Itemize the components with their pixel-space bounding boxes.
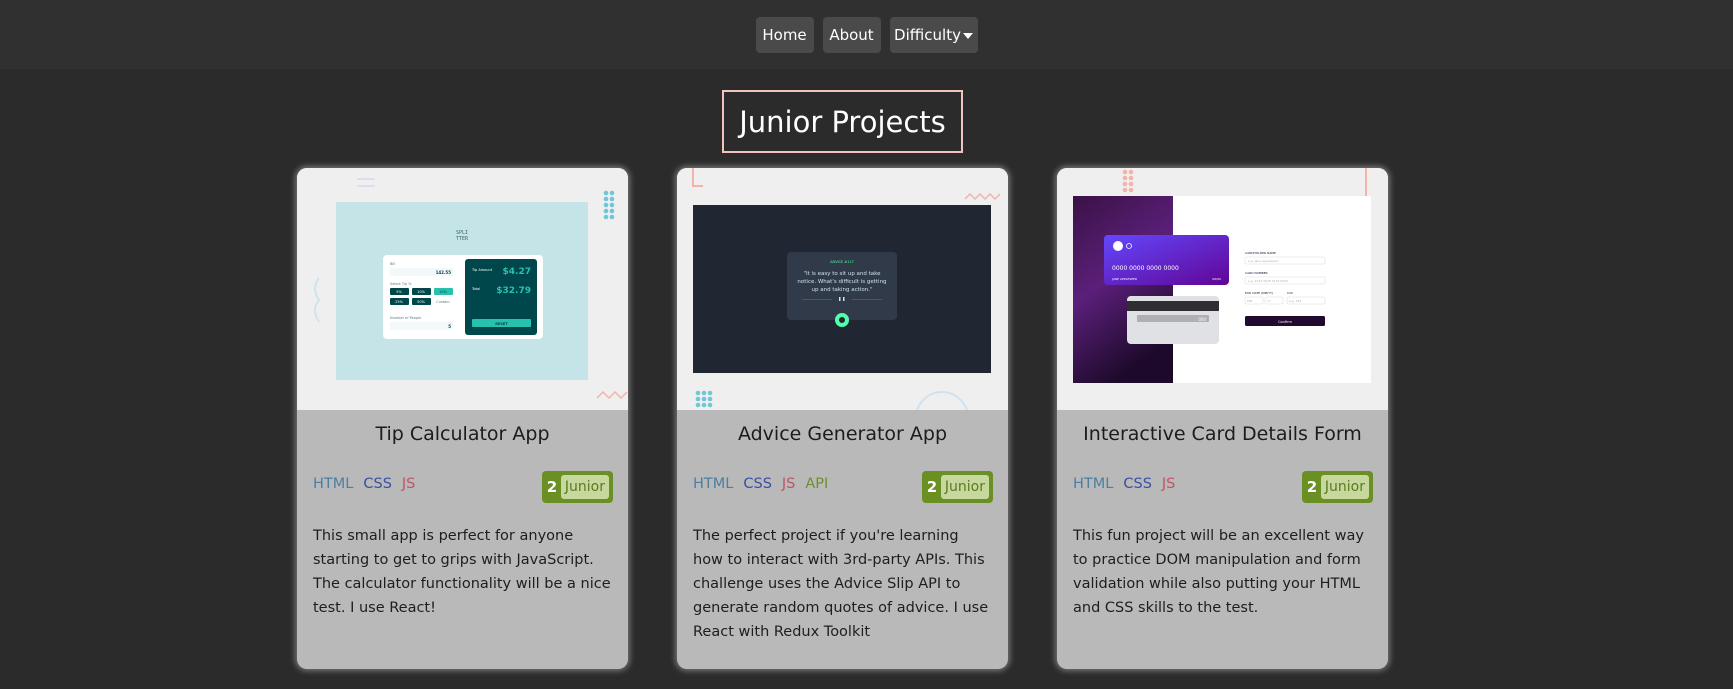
- svg-text:Tip Amount: Tip Amount: [471, 268, 493, 272]
- project-title[interactable]: Interactive Card Details Form: [1057, 420, 1388, 448]
- svg-text:142.55: 142.55: [436, 270, 452, 275]
- difficulty-level: 2: [546, 478, 558, 496]
- svg-text:25%: 25%: [395, 300, 403, 304]
- caret-down-icon: [962, 32, 973, 39]
- difficulty-badge: 2 Junior: [542, 471, 613, 503]
- project-description: This fun project will be an excellent wa…: [1073, 528, 1364, 616]
- project-thumbnail[interactable]: SPLI TTER Bill 142.55 Select Tip % 5% 10%…: [297, 168, 628, 410]
- tags-row: HTML CSS JS 2 Junior: [1057, 470, 1388, 510]
- svg-text:CARD NUMBER: CARD NUMBER: [1245, 271, 1268, 275]
- svg-text:CARDHOLDER NAME: CARDHOLDER NAME: [1245, 251, 1276, 255]
- tag-js: JS: [1161, 476, 1176, 492]
- svg-text:Custom: Custom: [436, 300, 450, 304]
- difficulty-label: Junior: [940, 475, 989, 499]
- svg-text:e.g. 123: e.g. 123: [1289, 299, 1301, 303]
- svg-text:Number of People: Number of People: [390, 316, 421, 320]
- difficulty-label: Junior: [1320, 475, 1369, 499]
- tag-html: HTML: [1073, 476, 1114, 492]
- svg-text:000: 000: [1198, 317, 1206, 322]
- tag-api: API: [805, 476, 829, 492]
- svg-text:00/00: 00/00: [1212, 277, 1221, 281]
- svg-text:Select Tip %: Select Tip %: [390, 282, 412, 286]
- difficulty-level: 2: [1306, 478, 1318, 496]
- svg-text:e.g. 1234 5678 9123 0000: e.g. 1234 5678 9123 0000: [1248, 279, 1288, 283]
- tag-js: JS: [781, 476, 796, 492]
- tag-js: JS: [401, 476, 416, 492]
- project-card[interactable]: 0000 0000 0000 0000 JANE APPLESEED 00/00…: [1057, 168, 1388, 669]
- difficulty-badge: 2 Junior: [922, 471, 993, 503]
- svg-text:$4.27: $4.27: [503, 267, 531, 277]
- svg-text:5%: 5%: [396, 290, 402, 294]
- svg-text:Total: Total: [471, 287, 480, 291]
- nav-home-button[interactable]: Home: [755, 16, 814, 53]
- svg-text:YY: YY: [1267, 299, 1271, 303]
- svg-text:$32.79: $32.79: [496, 286, 531, 296]
- svg-text:MM: MM: [1247, 299, 1253, 303]
- tags-row: HTML CSS JS 2 Junior: [297, 470, 628, 510]
- tag-html: HTML: [313, 476, 354, 492]
- tech-tags: HTML CSS JS API: [693, 476, 828, 492]
- tag-css: CSS: [743, 476, 772, 492]
- advice-generator-preview: ADVICE #117 "It is easy to sit up and ta…: [677, 168, 1008, 410]
- project-card[interactable]: ADVICE #117 "It is easy to sit up and ta…: [677, 168, 1008, 669]
- tip-calculator-preview: SPLI TTER Bill 142.55 Select Tip % 5% 10%…: [297, 168, 628, 410]
- svg-text:EXP. DATE (MM/YY): EXP. DATE (MM/YY): [1245, 291, 1273, 295]
- tag-css: CSS: [363, 476, 392, 492]
- top-navbar: Home About Difficulty: [0, 0, 1733, 69]
- difficulty-badge: 2 Junior: [1302, 471, 1373, 503]
- difficulty-label: Junior: [560, 475, 609, 499]
- page-title: Junior Projects: [739, 104, 946, 139]
- splitter-logo: SPLI TTER: [456, 230, 469, 242]
- svg-text:up and taking action.": up and taking action.": [812, 287, 873, 293]
- project-thumbnail[interactable]: 0000 0000 0000 0000 JANE APPLESEED 00/00…: [1057, 168, 1388, 410]
- tag-css: CSS: [1123, 476, 1152, 492]
- svg-text:JANE APPLESEED: JANE APPLESEED: [1111, 277, 1138, 281]
- project-description: The perfect project if you're learning h…: [693, 528, 989, 640]
- dot-grid-decoration: [695, 390, 713, 408]
- tags-row: HTML CSS JS API 2 Junior: [677, 470, 1008, 510]
- tech-tags: HTML CSS JS: [1073, 476, 1175, 492]
- svg-text:5: 5: [448, 324, 451, 329]
- svg-text:notice. What's difficult is ge: notice. What's difficult is getting: [797, 279, 886, 285]
- project-card[interactable]: SPLI TTER Bill 142.55 Select Tip % 5% 10%…: [297, 168, 628, 669]
- svg-text:e.g. Jane Appleseed: e.g. Jane Appleseed: [1248, 259, 1278, 263]
- project-title[interactable]: Tip Calculator App: [297, 420, 628, 448]
- svg-text:CVC: CVC: [1287, 291, 1293, 295]
- project-description: This small app is perfect for anyone sta…: [313, 528, 611, 616]
- nav-difficulty-dropdown[interactable]: Difficulty: [889, 16, 978, 53]
- project-title[interactable]: Advice Generator App: [677, 420, 1008, 448]
- difficulty-level: 2: [926, 478, 938, 496]
- svg-text:Bill: Bill: [390, 262, 395, 266]
- project-thumbnail[interactable]: ADVICE #117 "It is easy to sit up and ta…: [677, 168, 1008, 410]
- svg-text:"It is easy to sit up and take: "It is easy to sit up and take: [803, 271, 881, 277]
- page-heading-box: Junior Projects: [722, 90, 963, 153]
- svg-text:ADVICE #117: ADVICE #117: [830, 260, 854, 264]
- svg-text:15%: 15%: [439, 290, 447, 294]
- svg-text:0000 0000 0000 0000: 0000 0000 0000 0000: [1112, 265, 1179, 272]
- svg-text:Confirm: Confirm: [1278, 320, 1292, 324]
- card-details-preview: 0000 0000 0000 0000 JANE APPLESEED 00/00…: [1057, 168, 1388, 410]
- nav-about-button[interactable]: About: [822, 16, 881, 53]
- svg-text:10%: 10%: [417, 290, 425, 294]
- tag-html: HTML: [693, 476, 734, 492]
- nav-difficulty-label: Difficulty: [894, 25, 961, 44]
- tech-tags: HTML CSS JS: [313, 476, 415, 492]
- svg-text:50%: 50%: [417, 300, 425, 304]
- svg-text:RESET: RESET: [495, 322, 508, 326]
